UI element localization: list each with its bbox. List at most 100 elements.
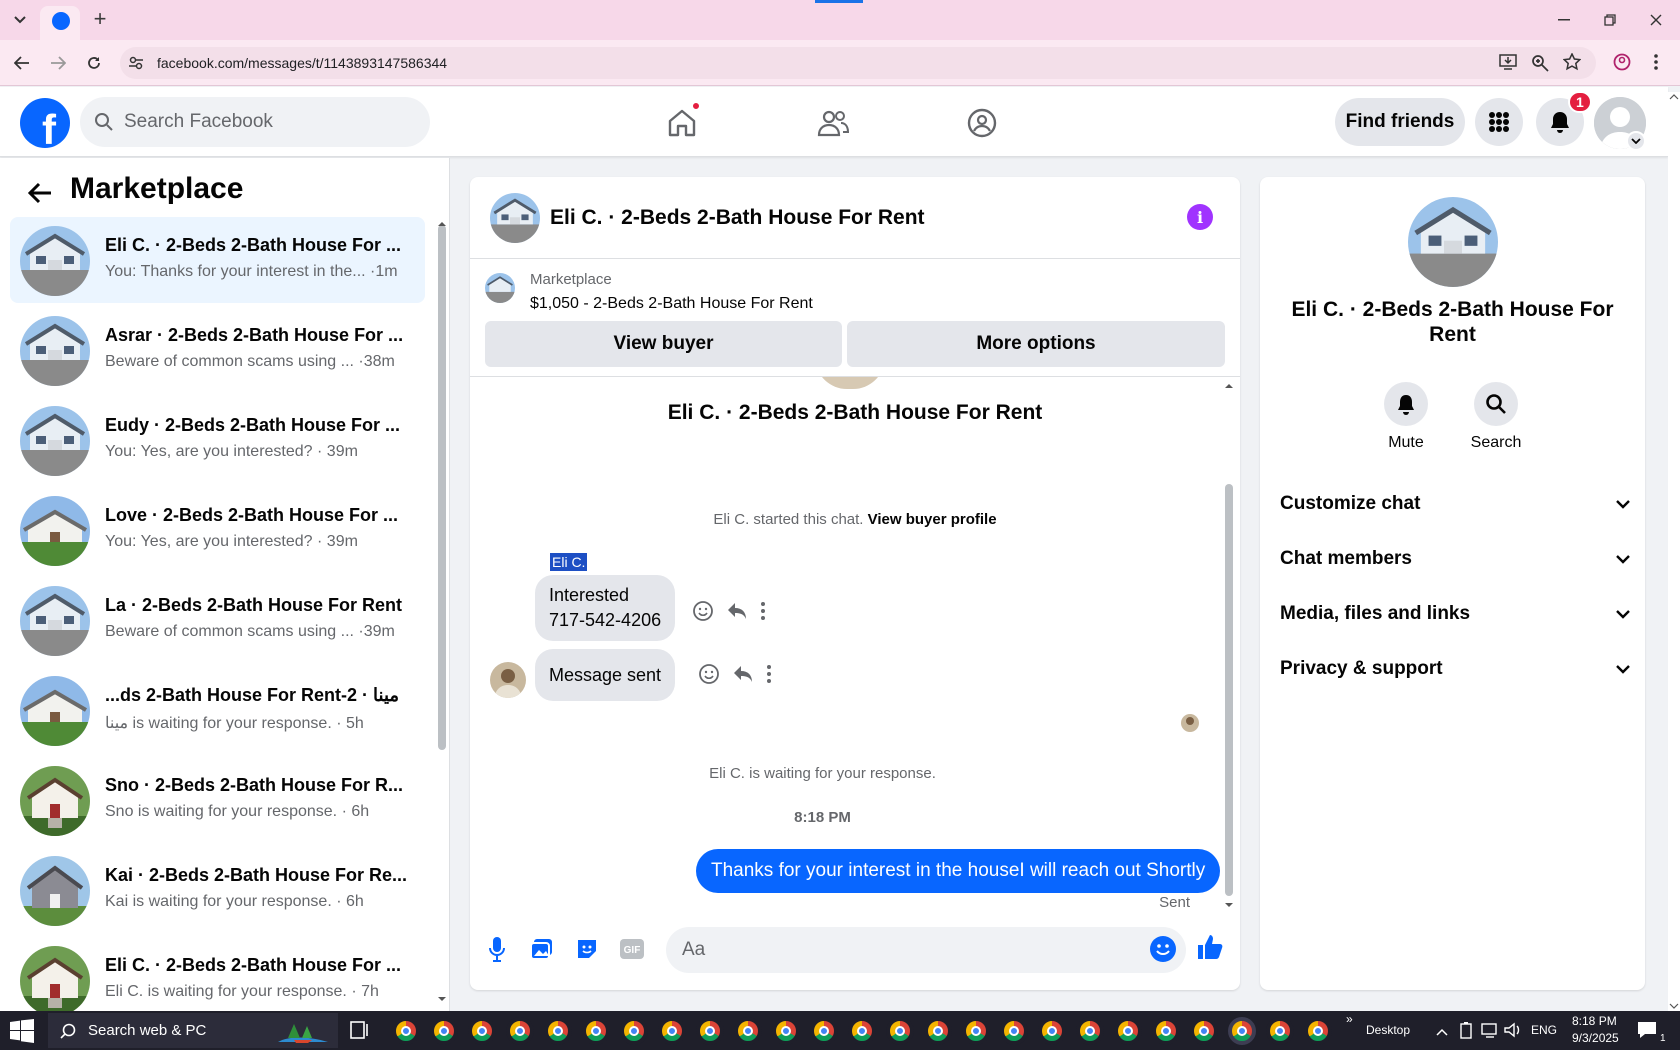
conversation-item[interactable]: ...ds 2-Bath House For Rent-2 · مينا مينا… xyxy=(10,667,425,753)
network-icon[interactable] xyxy=(1481,1022,1499,1043)
conversation-item[interactable]: Love · 2-Beds 2-Bath House For ... You: Y… xyxy=(10,487,425,573)
chrome-taskbar-icon[interactable] xyxy=(772,1017,800,1045)
react-emoji-icon[interactable] xyxy=(698,663,720,685)
chrome-taskbar-icon[interactable] xyxy=(658,1017,686,1045)
page-scrollbar-track[interactable] xyxy=(1668,92,1680,1011)
conversation-item[interactable]: Eudy · 2-Beds 2-Bath House For ... You: Y… xyxy=(10,397,425,483)
chat-members-row[interactable]: Chat members xyxy=(1280,539,1630,579)
message-input[interactable]: Aa xyxy=(666,927,1186,973)
chrome-taskbar-icon[interactable] xyxy=(696,1017,724,1045)
close-window-icon[interactable] xyxy=(1642,6,1670,34)
chrome-taskbar-icon[interactable] xyxy=(810,1017,838,1045)
conversation-item[interactable]: Eli C. · 2-Beds 2-Bath House For ... You:… xyxy=(10,217,425,303)
microphone-icon[interactable] xyxy=(482,934,512,964)
conversation-item[interactable]: Asrar · 2-Beds 2-Bath House For ... Bewar… xyxy=(10,307,425,393)
incoming-message-bubble[interactable]: Message sent xyxy=(535,649,676,701)
chrome-taskbar-icon[interactable] xyxy=(1038,1017,1066,1045)
install-app-icon[interactable] xyxy=(1499,54,1517,75)
view-buyer-button[interactable]: View buyer xyxy=(485,321,842,367)
outgoing-message-bubble[interactable]: Thanks for your interest in the houseI w… xyxy=(696,849,1221,893)
clock-time[interactable]: 8:18 PM xyxy=(1572,1014,1617,1028)
chrome-taskbar-icon[interactable] xyxy=(1228,1017,1256,1045)
sidebar-scrollbar[interactable] xyxy=(438,225,446,750)
chat-scroll-down-icon[interactable] xyxy=(1224,901,1234,909)
reply-icon[interactable] xyxy=(726,601,748,621)
minimize-icon[interactable] xyxy=(1550,6,1578,34)
find-friends-button[interactable]: Find friends xyxy=(1335,98,1465,146)
photo-icon[interactable] xyxy=(527,934,557,964)
profile-icon[interactable] xyxy=(1613,53,1631,76)
chrome-taskbar-icon[interactable] xyxy=(620,1017,648,1045)
chat-scrollbar[interactable] xyxy=(1225,484,1233,896)
listing-thumbnail[interactable] xyxy=(485,273,515,303)
incoming-message-bubble[interactable]: Interested 717-542-4206 xyxy=(535,575,676,641)
language-indicator[interactable]: ENG xyxy=(1531,1023,1557,1037)
menu-grid-icon[interactable] xyxy=(1475,98,1523,146)
customize-chat-row[interactable]: Customize chat xyxy=(1280,484,1630,524)
account-chevron-down-icon[interactable] xyxy=(1626,131,1646,151)
chrome-taskbar-icon[interactable] xyxy=(468,1017,496,1045)
windows-start-icon[interactable] xyxy=(10,1019,34,1043)
emoji-icon[interactable] xyxy=(1148,934,1178,964)
chrome-taskbar-icon[interactable] xyxy=(1152,1017,1180,1045)
chat-info-avatar[interactable] xyxy=(1408,197,1498,287)
chrome-taskbar-icon[interactable] xyxy=(544,1017,572,1045)
task-view-icon[interactable] xyxy=(350,1021,370,1044)
groups-nav-icon[interactable] xyxy=(960,103,1004,143)
conversation-item[interactable]: Sno · 2-Beds 2-Bath House For R... Sno is… xyxy=(10,757,425,843)
chrome-taskbar-icon[interactable] xyxy=(582,1017,610,1045)
chrome-taskbar-icon[interactable] xyxy=(734,1017,762,1045)
restore-icon[interactable] xyxy=(1596,6,1624,34)
friends-nav-icon[interactable] xyxy=(811,103,855,143)
conversation-item[interactable]: Eli C. · 2-Beds 2-Bath House For ... Eli … xyxy=(10,937,425,1011)
like-thumbs-up-icon[interactable] xyxy=(1195,932,1225,962)
chrome-taskbar-icon[interactable] xyxy=(506,1017,534,1045)
reply-icon[interactable] xyxy=(732,664,754,684)
chevron-more-icon[interactable]: » xyxy=(1346,1012,1353,1026)
gif-icon[interactable]: GIF xyxy=(617,934,647,964)
sender-avatar[interactable] xyxy=(490,662,526,698)
home-nav-icon[interactable] xyxy=(660,101,704,143)
chat-header-avatar[interactable] xyxy=(490,193,540,243)
sidebar-scroll-down-icon[interactable] xyxy=(437,995,447,1003)
chrome-taskbar-icon[interactable] xyxy=(1304,1017,1332,1045)
zoom-icon[interactable] xyxy=(1531,54,1549,77)
chrome-taskbar-icon[interactable] xyxy=(962,1017,990,1045)
desktop-toolbar-label[interactable]: Desktop xyxy=(1366,1023,1410,1037)
view-buyer-profile-link[interactable]: View buyer profile xyxy=(868,511,997,528)
conversation-item[interactable]: Kai · 2-Beds 2-Bath House For Re... Kai i… xyxy=(10,847,425,933)
react-emoji-icon[interactable] xyxy=(692,600,714,622)
tray-chevron-up-icon[interactable] xyxy=(1436,1023,1448,1041)
sidebar-scroll-up-icon[interactable] xyxy=(437,220,447,228)
action-center-icon[interactable] xyxy=(1637,1020,1657,1045)
volume-icon[interactable] xyxy=(1504,1022,1522,1043)
chat-scroll-up-icon[interactable] xyxy=(1224,382,1234,390)
more-icon[interactable] xyxy=(760,601,766,621)
chrome-taskbar-icon[interactable] xyxy=(848,1017,876,1045)
mute-button[interactable]: Mute xyxy=(1366,382,1446,452)
listing-title[interactable]: $1,050 - 2-Beds 2-Bath House For Rent xyxy=(530,295,813,313)
media-files-links-row[interactable]: Media, files and links xyxy=(1280,594,1630,634)
bookmark-star-icon[interactable] xyxy=(1562,52,1582,76)
chrome-taskbar-icon[interactable] xyxy=(924,1017,952,1045)
more-icon[interactable] xyxy=(766,664,772,684)
battery-icon[interactable] xyxy=(1458,1021,1474,1044)
privacy-support-row[interactable]: Privacy & support xyxy=(1280,649,1630,689)
chrome-taskbar-icon[interactable] xyxy=(886,1017,914,1045)
conversation-item[interactable]: La · 2-Beds 2-Bath House For Rent Beware … xyxy=(10,577,425,663)
chat-title[interactable]: Eli C. · 2-Beds 2-Bath House For Rent xyxy=(550,206,925,230)
chrome-taskbar-icon[interactable] xyxy=(1190,1017,1218,1045)
search-in-chat-button[interactable]: Search xyxy=(1456,382,1536,452)
more-options-button[interactable]: More options xyxy=(847,321,1225,367)
info-icon[interactable]: i xyxy=(1187,204,1213,230)
chrome-taskbar-icon[interactable] xyxy=(1114,1017,1142,1045)
browser-menu-icon[interactable] xyxy=(1653,53,1659,76)
sticker-icon[interactable] xyxy=(572,934,602,964)
clock-date[interactable]: 9/3/2025 xyxy=(1572,1031,1619,1045)
chrome-taskbar-icon[interactable] xyxy=(1266,1017,1294,1045)
chrome-taskbar-icon[interactable] xyxy=(430,1017,458,1045)
chrome-taskbar-icon[interactable] xyxy=(1000,1017,1028,1045)
taskbar-search-box[interactable]: Search web & PC xyxy=(48,1013,338,1048)
chrome-taskbar-icon[interactable] xyxy=(1076,1017,1104,1045)
chrome-taskbar-icon[interactable] xyxy=(392,1017,420,1045)
